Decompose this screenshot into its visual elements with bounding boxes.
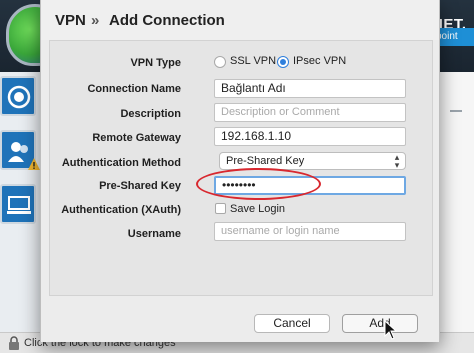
description-field[interactable]: Description or Comment (214, 103, 406, 122)
auth-method-label: Authentication Method (61, 157, 181, 169)
connection-name-label: Connection Name (87, 83, 181, 95)
dialog-titlebar: VPN » Add Connection (41, 0, 439, 40)
breadcrumb-separator-icon: » (91, 12, 100, 29)
auth-method-select[interactable]: Pre-Shared Key ▴ ▾ (219, 152, 406, 170)
cancel-button[interactable]: Cancel (254, 314, 330, 333)
lock-icon[interactable] (8, 336, 20, 350)
add-button[interactable]: Add (342, 314, 418, 333)
vpn-type-label: VPN Type (130, 57, 181, 69)
sidebar-protection-icon[interactable] (0, 76, 36, 116)
psk-field[interactable]: •••••••• (214, 176, 406, 195)
remote-gateway-label: Remote Gateway (92, 132, 181, 144)
sidebar-computer-icon[interactable] (0, 184, 36, 224)
save-login-checkbox[interactable] (215, 203, 226, 214)
remote-gateway-field[interactable]: 192.168.1.10 (214, 127, 406, 146)
background-divider (450, 110, 462, 112)
save-login-label[interactable]: Save Login (230, 203, 285, 215)
auth-method-value: Pre-Shared Key (226, 155, 305, 167)
select-arrows-icon: ▴ ▾ (394, 152, 400, 170)
ipsec-vpn-radio[interactable] (277, 56, 289, 68)
username-field[interactable]: username or login name (214, 222, 406, 241)
page-title: Add Connection (109, 12, 225, 29)
add-connection-dialog: VPN » Add Connection VPN Type SSL VPN IP… (40, 0, 440, 342)
username-label: Username (127, 228, 181, 240)
xauth-label: Authentication (XAuth) (61, 204, 181, 216)
breadcrumb-vpn[interactable]: VPN (55, 12, 86, 29)
ssl-vpn-radio[interactable] (214, 56, 226, 68)
warning-icon (28, 158, 40, 170)
description-label: Description (120, 108, 181, 120)
psk-label: Pre-Shared Key (99, 180, 181, 192)
connection-name-field[interactable]: Bağlantı Adı (214, 79, 406, 98)
ssl-vpn-option-label[interactable]: SSL VPN (230, 55, 276, 67)
ipsec-vpn-option-label[interactable]: IPsec VPN (293, 55, 346, 67)
mouse-cursor-icon (384, 320, 398, 340)
